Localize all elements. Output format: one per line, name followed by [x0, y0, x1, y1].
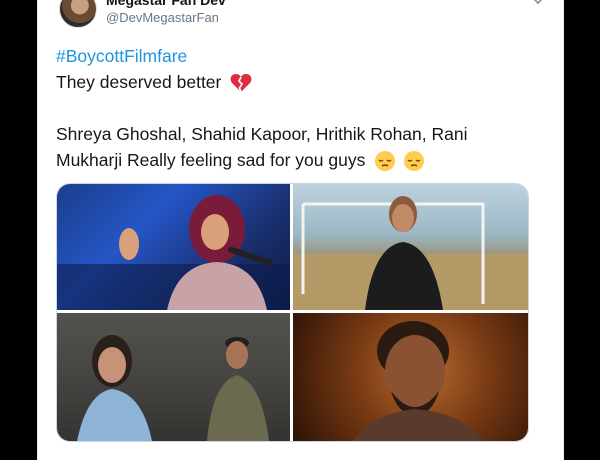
display-name[interactable]: Megastar Fan Dev	[106, 0, 226, 8]
tweet-text: #BoycottFilmfare They deserved better Sh…	[56, 43, 546, 173]
avatar[interactable]	[59, 0, 97, 28]
hashtag-link[interactable]: #BoycottFilmfare	[56, 43, 546, 69]
tweet-line: They deserved better	[56, 69, 546, 95]
woman-and-officer-photo[interactable]	[57, 313, 290, 441]
tweet-line-text: They deserved better	[56, 72, 222, 92]
tweet-line-text: Mukharji Really feeling sad for you guys	[56, 150, 366, 170]
tweet-card[interactable]: Megastar Fan Dev @DevMegastarFan #Boycot…	[37, 0, 564, 460]
user-handle[interactable]: @DevMegastarFan	[106, 10, 219, 25]
footballer-in-field-photo[interactable]	[293, 184, 528, 310]
tweet-line: Shreya Ghoshal, Shahid Kapoor, Hrithik R…	[56, 124, 468, 144]
chevron-down-icon[interactable]	[531, 0, 545, 6]
bearded-man-closeup-photo[interactable]	[293, 313, 528, 441]
tweet-line: Mukharji Really feeling sad for you guys	[56, 147, 546, 173]
broken-heart-icon	[230, 74, 252, 93]
pensive-face-icon	[375, 151, 396, 172]
media-grid	[56, 183, 529, 442]
singer-performing-photo[interactable]	[57, 184, 290, 310]
pensive-face-icon	[404, 151, 425, 172]
